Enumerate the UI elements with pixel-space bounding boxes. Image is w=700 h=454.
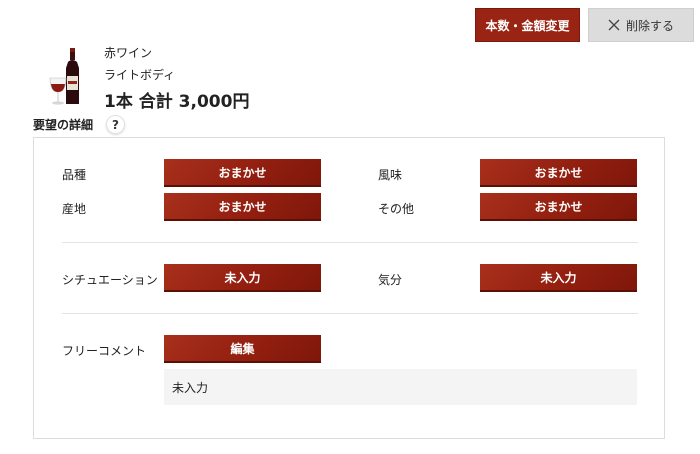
close-icon bbox=[608, 19, 620, 31]
situation-label: シチュエーション bbox=[62, 273, 158, 287]
details-panel: 品種 おまかせ 風味 おまかせ 産地 おまかせ その他 おまかせ シチュエーショ… bbox=[33, 137, 665, 439]
divider bbox=[62, 242, 638, 243]
other-label: その他 bbox=[378, 202, 415, 216]
wine-type: 赤ワイン bbox=[104, 46, 153, 60]
wine-bottle-glass-image bbox=[49, 48, 79, 105]
flavor-label: 風味 bbox=[378, 168, 403, 182]
change-quantity-amount-button[interactable]: 本数・金額変更 bbox=[475, 8, 580, 42]
wine-total: 1本 合計 3,000円 bbox=[104, 92, 250, 112]
variety-label: 品種 bbox=[62, 168, 87, 182]
other-button[interactable]: おまかせ bbox=[480, 193, 637, 221]
variety-button[interactable]: おまかせ bbox=[164, 159, 321, 187]
mood-button[interactable]: 未入力 bbox=[480, 264, 637, 292]
origin-button[interactable]: おまかせ bbox=[164, 193, 321, 221]
free-comment-value: 未入力 bbox=[172, 380, 209, 395]
free-comment-box: 未入力 bbox=[164, 369, 637, 405]
flavor-button[interactable]: おまかせ bbox=[480, 159, 637, 187]
delete-button-label: 削除する bbox=[625, 18, 674, 33]
origin-label: 産地 bbox=[62, 202, 87, 216]
free-comment-label: フリーコメント bbox=[62, 344, 147, 358]
section-title: 要望の詳細 bbox=[33, 118, 94, 132]
delete-button[interactable]: 削除する bbox=[588, 8, 694, 42]
help-icon[interactable]: ? bbox=[106, 115, 125, 134]
situation-button[interactable]: 未入力 bbox=[164, 264, 321, 292]
edit-comment-button[interactable]: 編集 bbox=[164, 335, 321, 363]
divider bbox=[62, 313, 638, 314]
wine-body: ライトボディ bbox=[104, 68, 176, 82]
mood-label: 気分 bbox=[378, 273, 403, 287]
